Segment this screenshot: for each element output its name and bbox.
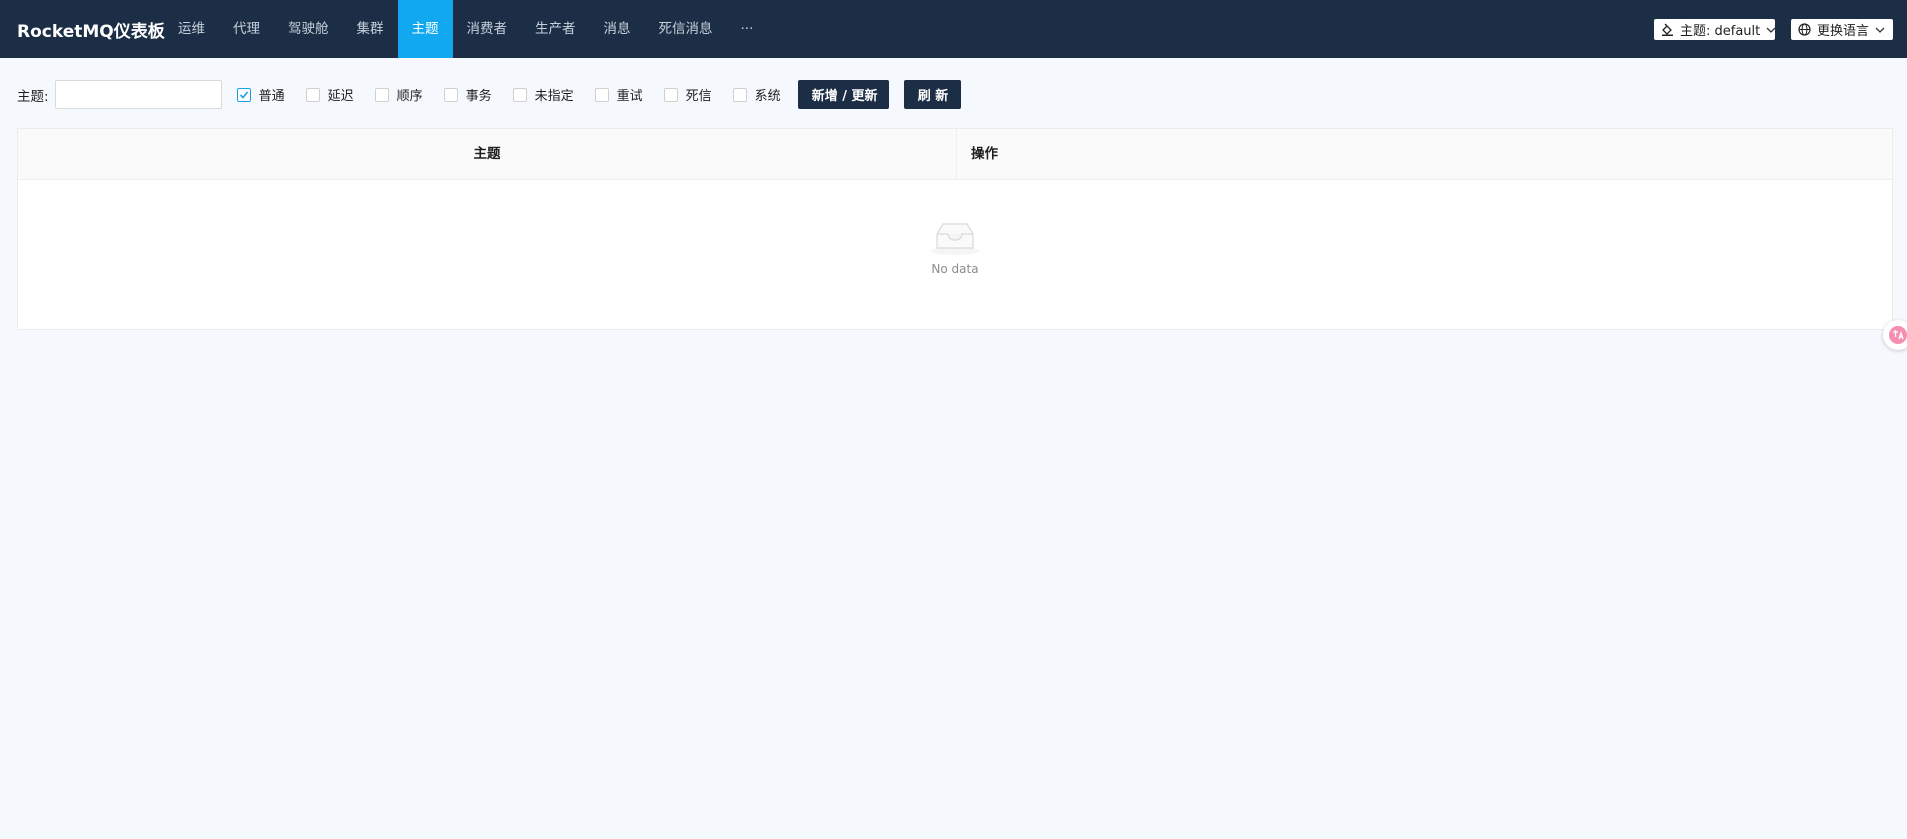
checkbox-icon[interactable] bbox=[374, 87, 389, 102]
filter-normal-checkbox[interactable]: 普通 bbox=[236, 85, 285, 104]
chevron-down-icon bbox=[1875, 27, 1885, 33]
empty-inbox-icon bbox=[931, 223, 979, 255]
filter-retry-label: 重试 bbox=[616, 89, 643, 104]
filter-system-checkbox[interactable]: 系统 bbox=[732, 85, 781, 104]
theme-select-value: 主题: default bbox=[1680, 24, 1761, 39]
nav-item-ops[interactable]: 运维 bbox=[164, 0, 219, 58]
checkbox-icon[interactable] bbox=[443, 87, 458, 102]
app-logo-title[interactable]: RocketMQ仪表板 bbox=[0, 17, 165, 42]
nav-item-cluster[interactable]: 集群 bbox=[343, 0, 398, 58]
checkbox-icon[interactable] bbox=[663, 87, 678, 102]
nav-item-dlq-message[interactable]: 死信消息 bbox=[645, 0, 727, 58]
column-header-topic[interactable]: 主题 bbox=[18, 129, 957, 179]
checkbox-checked-icon[interactable] bbox=[236, 87, 251, 102]
nav-item-proxy[interactable]: 代理 bbox=[219, 0, 274, 58]
add-update-topic-button[interactable]: 新增 / 更新 bbox=[797, 80, 889, 109]
language-select-label: 更换语言 bbox=[1817, 24, 1870, 39]
nav-item-message[interactable]: 消息 bbox=[590, 0, 645, 58]
topic-table: 主题 操作 No data bbox=[17, 128, 1893, 330]
language-select[interactable]: 更换语言 bbox=[1791, 19, 1893, 40]
filter-retry-checkbox[interactable]: 重试 bbox=[594, 85, 643, 104]
nav-item-dashboard[interactable]: 驾驶舱 bbox=[274, 0, 343, 58]
filter-unspecified-label: 未指定 bbox=[534, 89, 574, 104]
table-header: 主题 操作 bbox=[18, 129, 1892, 180]
empty-state: No data bbox=[18, 180, 1892, 276]
nav-item-topic[interactable]: 主题 bbox=[397, 0, 453, 58]
main-nav: 运维 代理 驾驶舱 集群 主题 消费者 生产者 消息 死信消息 ··· bbox=[164, 0, 767, 58]
empty-state-text: No data bbox=[931, 262, 979, 276]
filter-transaction-label: 事务 bbox=[465, 89, 492, 104]
filter-delay-label: 延迟 bbox=[327, 89, 354, 104]
nav-more-button[interactable]: ··· bbox=[727, 0, 768, 58]
nav-item-producer[interactable]: 生产者 bbox=[521, 0, 590, 58]
nav-item-consumer[interactable]: 消费者 bbox=[453, 0, 522, 58]
filter-unspecified-checkbox[interactable]: 未指定 bbox=[512, 85, 574, 104]
refresh-button[interactable]: 刷 新 bbox=[903, 80, 961, 109]
globe-icon bbox=[1798, 23, 1811, 36]
filter-fifo-checkbox[interactable]: 顺序 bbox=[374, 85, 423, 104]
filter-delay-checkbox[interactable]: 延迟 bbox=[305, 85, 354, 104]
filter-dlq-checkbox[interactable]: 死信 bbox=[663, 85, 712, 104]
topic-search-input[interactable] bbox=[54, 80, 222, 109]
filter-dlq-label: 死信 bbox=[685, 89, 712, 104]
translate-icon[interactable] bbox=[1883, 320, 1907, 350]
filter-fifo-label: 顺序 bbox=[396, 89, 423, 104]
checkbox-icon[interactable] bbox=[305, 87, 320, 102]
checkbox-icon[interactable] bbox=[594, 87, 609, 102]
chevron-down-icon bbox=[1766, 27, 1776, 33]
paint-bucket-icon bbox=[1662, 23, 1673, 36]
filter-transaction-checkbox[interactable]: 事务 bbox=[443, 85, 492, 104]
filter-normal-label: 普通 bbox=[258, 89, 285, 104]
theme-select[interactable]: 主题: default bbox=[1654, 19, 1776, 40]
topic-type-filters: 普通 延迟 顺序 事务 未指定 重试 死信 系统 bbox=[236, 85, 802, 104]
checkbox-icon[interactable] bbox=[732, 87, 747, 102]
column-header-operations: 操作 bbox=[971, 146, 998, 162]
checkbox-icon[interactable] bbox=[512, 87, 527, 102]
filter-system-label: 系统 bbox=[754, 89, 781, 104]
top-nav-bar: RocketMQ仪表板 运维 代理 驾驶舱 集群 主题 消费者 生产者 消息 死… bbox=[0, 0, 1907, 58]
topic-filter-label: 主题: bbox=[17, 88, 49, 105]
topic-filter-toolbar: 主题: 普通 延迟 顺序 事务 未指定 重试 死信 系统 新增 / 更新 刷 新 bbox=[17, 80, 961, 109]
